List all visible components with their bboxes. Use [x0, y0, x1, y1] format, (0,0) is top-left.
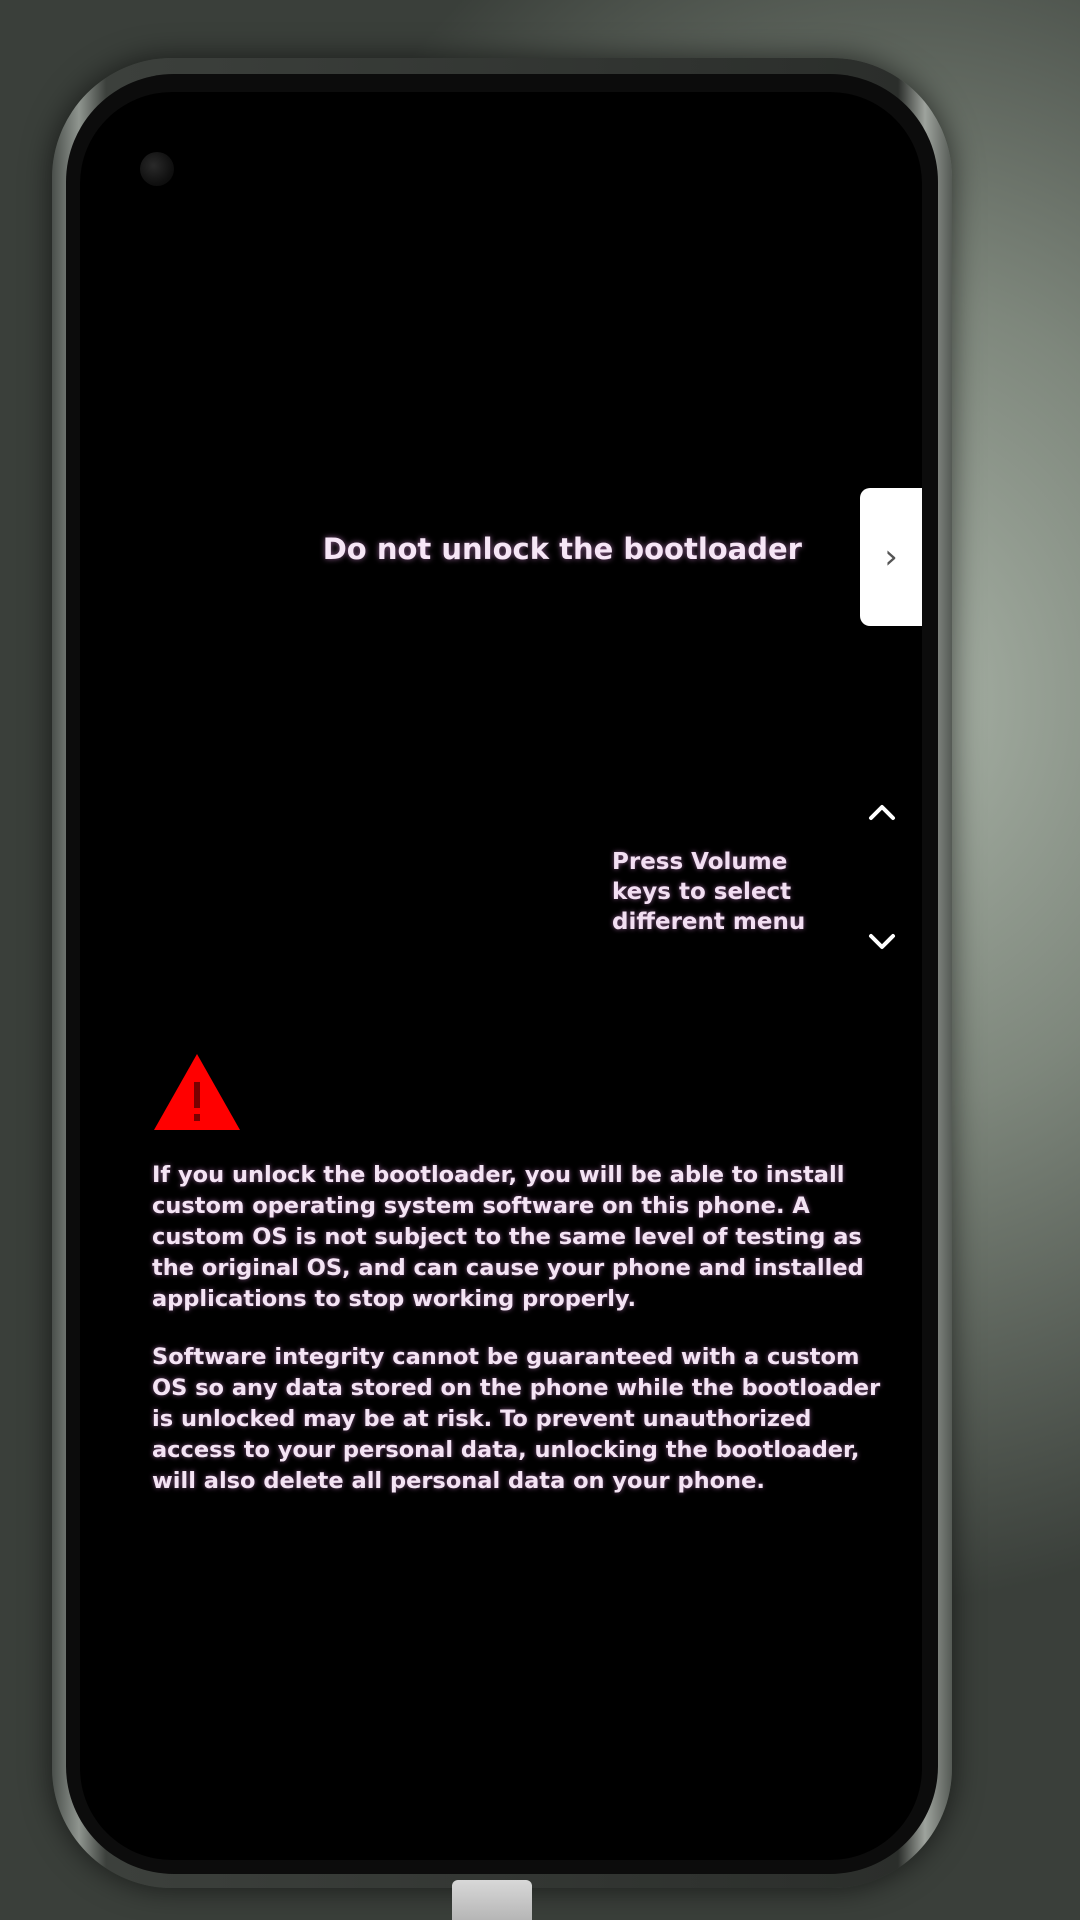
unlock-warning-paragraph-1: If you unlock the bootloader, you will b… [152, 1162, 864, 1312]
chevron-up-icon [862, 792, 902, 832]
phone-screen: Do not unlock the bootloader › Press Vol… [80, 92, 922, 1860]
chevron-right-icon: › [884, 537, 898, 577]
chevron-down-icon [862, 922, 902, 962]
unlock-warning-paragraph-2: Software integrity cannot be guaranteed … [152, 1344, 881, 1494]
warning-icon [152, 1052, 242, 1132]
menu-select-button[interactable]: › [860, 488, 922, 626]
volume-keys-hint: Press Volume keys to select different me… [612, 849, 806, 935]
front-camera [140, 152, 174, 186]
usb-cable [452, 1880, 532, 1920]
menu-option-do-not-unlock[interactable]: Do not unlock the bootloader [323, 532, 802, 566]
